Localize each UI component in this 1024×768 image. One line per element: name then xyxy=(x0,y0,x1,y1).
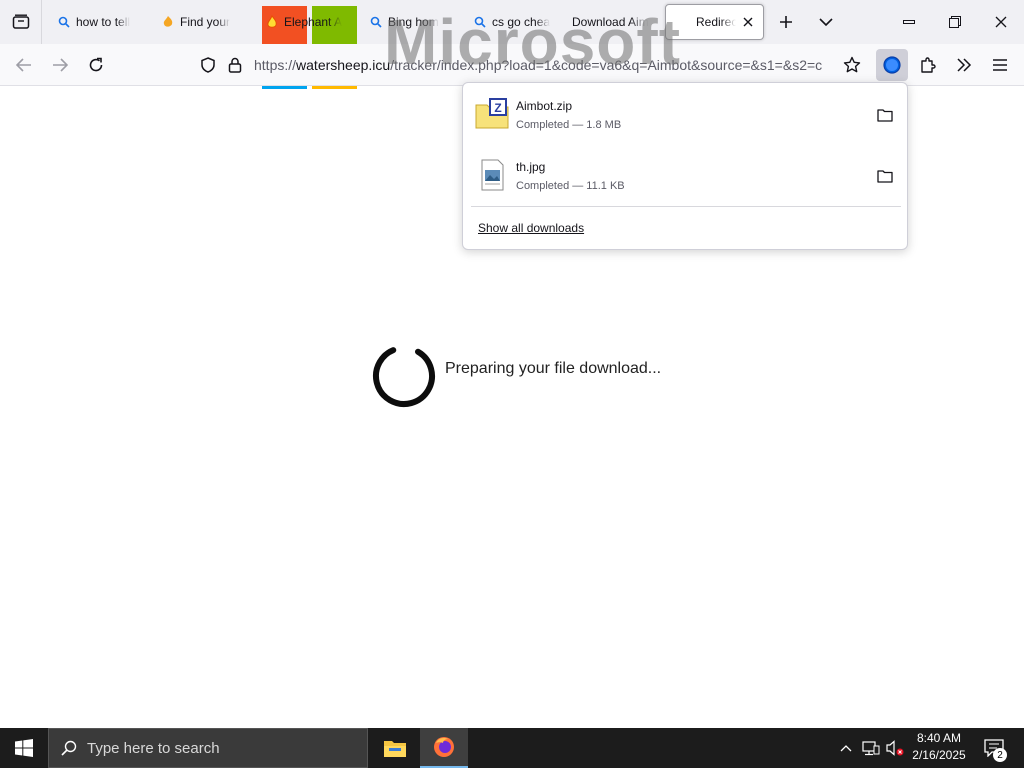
windows-taskbar: Type here to search 8:40 AM 2/16/2025 2 xyxy=(0,728,1024,768)
search-icon xyxy=(58,16,70,28)
tab-list-icon xyxy=(12,14,30,30)
tab-bing-home[interactable]: Bing hom xyxy=(362,4,458,40)
tab-download-aimbot[interactable]: Download Aim xyxy=(564,4,660,40)
forward-button[interactable] xyxy=(44,49,76,81)
tab-how-to-tell[interactable]: how to tell xyxy=(50,4,146,40)
star-icon xyxy=(843,56,861,74)
tab-label: cs go chea xyxy=(492,15,551,29)
tab-label: Find your xyxy=(180,15,231,29)
bookmark-button[interactable] xyxy=(836,49,868,81)
tab-redirect[interactable]: Redirect xyxy=(665,4,764,40)
tab-label: Elephant A xyxy=(284,15,343,29)
folder-icon xyxy=(877,108,893,122)
restore-icon xyxy=(949,16,961,28)
tab-overflow-button[interactable] xyxy=(810,6,842,38)
lock-icon[interactable] xyxy=(228,57,242,73)
tracking-protection-shield-icon[interactable] xyxy=(200,57,216,73)
show-all-downloads-button[interactable]: Show all downloads xyxy=(478,221,584,235)
search-icon xyxy=(474,16,486,28)
notification-count-badge: 2 xyxy=(993,748,1007,762)
tab-label: Download Aim xyxy=(572,15,649,29)
close-icon xyxy=(743,17,753,27)
folder-icon xyxy=(877,169,893,183)
file-explorer-taskbar-button[interactable] xyxy=(371,728,419,768)
taskbar-clock[interactable]: 8:40 AM 2/16/2025 xyxy=(904,730,974,764)
bing-flame-icon xyxy=(162,15,174,29)
downloads-panel: Z Aimbot.zip Completed — 1.8 MB th.jpg C… xyxy=(462,82,908,250)
tab-find-your[interactable]: Find your xyxy=(154,4,250,40)
downloads-progress-icon xyxy=(882,55,902,75)
app-menu-button[interactable] xyxy=(984,49,1016,81)
file-explorer-icon xyxy=(383,738,407,758)
show-in-folder-button[interactable] xyxy=(873,164,897,188)
url-host: watersheep.icu xyxy=(296,57,391,73)
action-center-button[interactable] xyxy=(980,728,1008,768)
list-all-tabs-button[interactable] xyxy=(0,0,42,44)
download-filename: th.jpg xyxy=(516,160,546,174)
show-hidden-icons-button[interactable] xyxy=(836,728,856,768)
taskbar-search-placeholder: Type here to search xyxy=(87,739,220,757)
url-path: /tracker/index.php?load=1&code=va6&q=Aim… xyxy=(390,57,823,73)
start-button[interactable] xyxy=(0,728,48,768)
search-icon xyxy=(370,16,382,28)
clock-date: 2/16/2025 xyxy=(912,748,966,762)
navigation-toolbar: https://watersheep.icu/tracker/index.php… xyxy=(0,44,1024,86)
download-status: Completed — 1.8 MB xyxy=(516,119,622,131)
close-tab-button[interactable] xyxy=(742,15,755,29)
download-status: Completed — 11.1 KB xyxy=(516,180,625,192)
taskbar-search-box[interactable]: Type here to search xyxy=(48,728,368,768)
download-item[interactable]: th.jpg Completed — 11.1 KB xyxy=(471,150,901,204)
hamburger-menu-icon xyxy=(992,58,1008,72)
downloads-button[interactable] xyxy=(876,49,908,81)
puzzle-piece-icon xyxy=(919,56,937,74)
panel-divider xyxy=(471,206,901,207)
firefox-icon xyxy=(432,735,456,759)
svg-text:Z: Z xyxy=(494,101,501,115)
volume-muted-icon xyxy=(886,740,904,756)
firefox-taskbar-button[interactable] xyxy=(420,728,468,768)
tab-cs-go-cheat[interactable]: cs go chea xyxy=(466,4,562,40)
reload-button[interactable] xyxy=(80,49,112,81)
tab-label: how to tell xyxy=(76,15,131,29)
close-icon xyxy=(995,16,1007,28)
arrow-left-icon xyxy=(16,58,32,72)
chevron-up-icon xyxy=(840,744,852,752)
url-bar[interactable]: https://watersheep.icu/tracker/index.php… xyxy=(192,49,838,81)
zip-archive-icon: Z xyxy=(475,97,509,131)
reload-icon xyxy=(88,57,104,73)
new-tab-button[interactable] xyxy=(770,6,802,38)
chevrons-right-icon xyxy=(956,58,972,72)
loading-spinner xyxy=(373,345,435,407)
fire-icon xyxy=(266,15,278,29)
clock-time: 8:40 AM xyxy=(916,731,962,745)
download-status-message: Preparing your file download... xyxy=(445,360,662,377)
minimize-icon xyxy=(903,17,915,27)
minimize-button[interactable] xyxy=(886,0,932,44)
network-tray-button[interactable] xyxy=(860,728,882,768)
url-text[interactable]: https://watersheep.icu/tracker/index.php… xyxy=(254,57,834,73)
close-window-button[interactable] xyxy=(978,0,1024,44)
tab-label: Redirect xyxy=(696,15,736,29)
restore-button[interactable] xyxy=(932,0,978,44)
network-icon xyxy=(862,740,880,756)
search-icon xyxy=(61,740,77,756)
download-filename: Aimbot.zip xyxy=(516,99,573,113)
url-scheme: https:// xyxy=(254,57,297,73)
chevron-down-icon xyxy=(819,17,833,27)
show-in-folder-button[interactable] xyxy=(873,103,897,127)
volume-tray-button[interactable] xyxy=(884,728,906,768)
tab-label: Bing hom xyxy=(388,15,439,29)
arrow-right-icon xyxy=(52,58,68,72)
tab-elephant[interactable]: Elephant A xyxy=(258,4,354,40)
tab-strip: how to tell Find your Elephant A Bing ho… xyxy=(0,0,1024,89)
plus-icon xyxy=(779,15,793,29)
back-button[interactable] xyxy=(8,49,40,81)
extensions-button[interactable] xyxy=(912,49,944,81)
download-item[interactable]: Z Aimbot.zip Completed — 1.8 MB xyxy=(471,89,901,143)
windows-logo-icon xyxy=(15,739,33,757)
more-tools-button[interactable] xyxy=(948,49,980,81)
image-file-icon xyxy=(475,158,509,192)
